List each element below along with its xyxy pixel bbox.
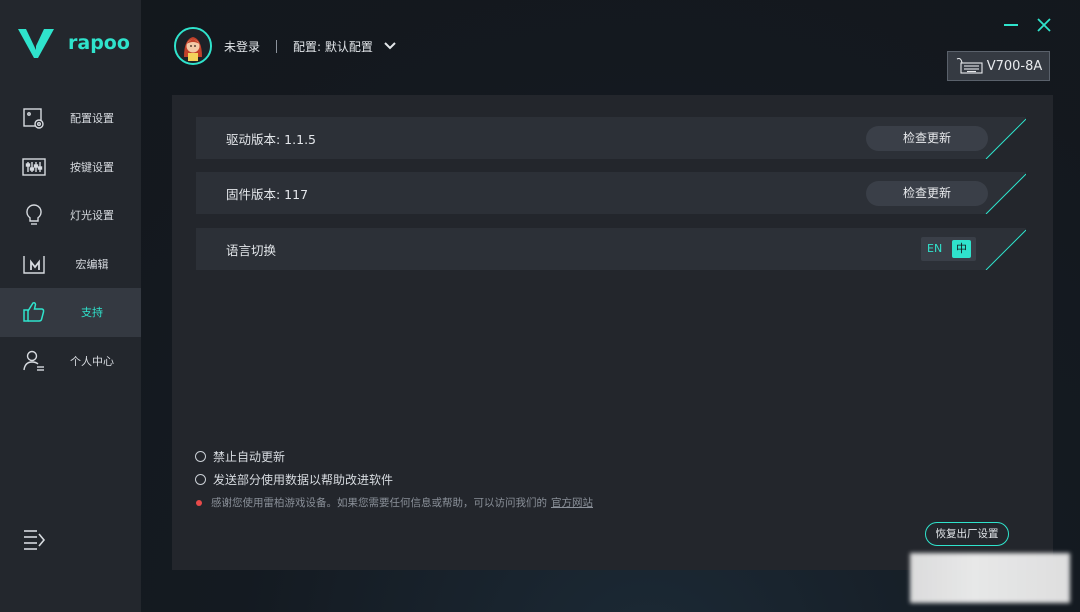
close-icon[interactable] bbox=[1036, 17, 1052, 33]
divider bbox=[276, 39, 278, 53]
support-notice: 感谢您使用雷柏游戏设备。如果您需要任何信息或帮助，可以访问我们的 官方网站 bbox=[196, 495, 593, 510]
sidebar-item-label: 灯光设置 bbox=[70, 209, 114, 223]
send-usage-data-option[interactable]: 发送部分使用数据以帮助改进软件 bbox=[195, 471, 393, 488]
minimize-button[interactable] bbox=[1004, 24, 1018, 26]
keyboard-icon bbox=[956, 57, 983, 74]
lang-option-zh[interactable]: 中 bbox=[952, 240, 971, 258]
notice-text: 感谢您使用雷柏游戏设备。如果您需要任何信息或帮助，可以访问我们的 bbox=[211, 497, 547, 509]
device-name: V700-8A bbox=[986, 58, 1043, 74]
user-icon bbox=[23, 350, 44, 371]
driver-version-row: 驱动版本: 1.1.5 检查更新 bbox=[196, 117, 1026, 159]
sidebar-item-label: 配置设置 bbox=[70, 112, 114, 126]
menu-icon[interactable] bbox=[22, 528, 46, 550]
blurred-overlay bbox=[910, 553, 1070, 603]
check-driver-update-button[interactable]: 检查更新 bbox=[866, 126, 988, 151]
sidebar-item-label: 支持 bbox=[81, 306, 103, 320]
sidebar-item-profile[interactable]: 个人中心 bbox=[0, 337, 141, 386]
factory-reset-button[interactable]: 恢复出厂设置 bbox=[925, 522, 1009, 546]
sidebar-item-keys[interactable]: 按键设置 bbox=[0, 143, 141, 192]
sidebar-item-support[interactable]: 支持 bbox=[0, 288, 141, 337]
sidebar: rapoo 配置设置 按键设置 灯光设置 宏编辑 支持 个人中心 bbox=[0, 0, 141, 612]
sidebar-item-label: 按键设置 bbox=[70, 160, 114, 174]
sidebar-item-lighting[interactable]: 灯光设置 bbox=[0, 191, 141, 240]
sidebar-item-label: 宏编辑 bbox=[75, 257, 109, 271]
avatar[interactable] bbox=[174, 27, 212, 65]
config-selector[interactable]: 配置: 默认配置 bbox=[293, 38, 373, 55]
firmware-version-row: 固件版本: 117 检查更新 bbox=[196, 172, 1026, 214]
lightbulb-icon bbox=[26, 204, 42, 225]
driver-version: 驱动版本: 1.1.5 bbox=[226, 132, 316, 147]
firmware-version: 固件版本: 117 bbox=[226, 187, 309, 202]
thumbs-up-icon bbox=[23, 301, 45, 322]
sidebar-nav: 配置设置 按键设置 灯光设置 宏编辑 支持 个人中心 bbox=[0, 94, 141, 385]
radio-button[interactable] bbox=[195, 451, 206, 462]
language-row: 语言切换 EN 中 bbox=[196, 228, 1026, 270]
official-site-link[interactable]: 官方网站 bbox=[551, 495, 593, 510]
avatar-character-icon bbox=[176, 29, 210, 63]
user-name[interactable]: 未登录 bbox=[224, 38, 260, 55]
notice-dot bbox=[196, 499, 202, 506]
brand-logo: rapoo bbox=[18, 26, 130, 60]
config-icon bbox=[23, 108, 44, 129]
disable-auto-update-option[interactable]: 禁止自动更新 bbox=[195, 448, 285, 465]
check-firmware-update-button[interactable]: 检查更新 bbox=[866, 181, 988, 206]
keys-icon bbox=[22, 157, 46, 176]
brand-wordmark: rapoo bbox=[68, 32, 130, 54]
sidebar-item-config[interactable]: 配置设置 bbox=[0, 94, 141, 143]
device-selector[interactable]: V700-8A bbox=[947, 51, 1050, 81]
macro-icon bbox=[23, 255, 45, 274]
rapoo-v-logo-icon bbox=[18, 29, 54, 58]
sidebar-item-label: 个人中心 bbox=[70, 354, 114, 368]
lang-option-en[interactable]: EN bbox=[927, 242, 942, 255]
option-label: 禁止自动更新 bbox=[213, 450, 286, 464]
sidebar-item-macro[interactable]: 宏编辑 bbox=[0, 240, 141, 289]
language-toggle[interactable]: EN 中 bbox=[921, 237, 976, 261]
row-background bbox=[196, 228, 1026, 270]
account-bar: 未登录 配置: 默认配置 bbox=[174, 27, 397, 65]
language-label: 语言切换 bbox=[226, 243, 277, 258]
radio-button[interactable] bbox=[195, 474, 206, 485]
chevron-down-icon[interactable] bbox=[383, 41, 397, 51]
option-label: 发送部分使用数据以帮助改进软件 bbox=[213, 473, 394, 487]
